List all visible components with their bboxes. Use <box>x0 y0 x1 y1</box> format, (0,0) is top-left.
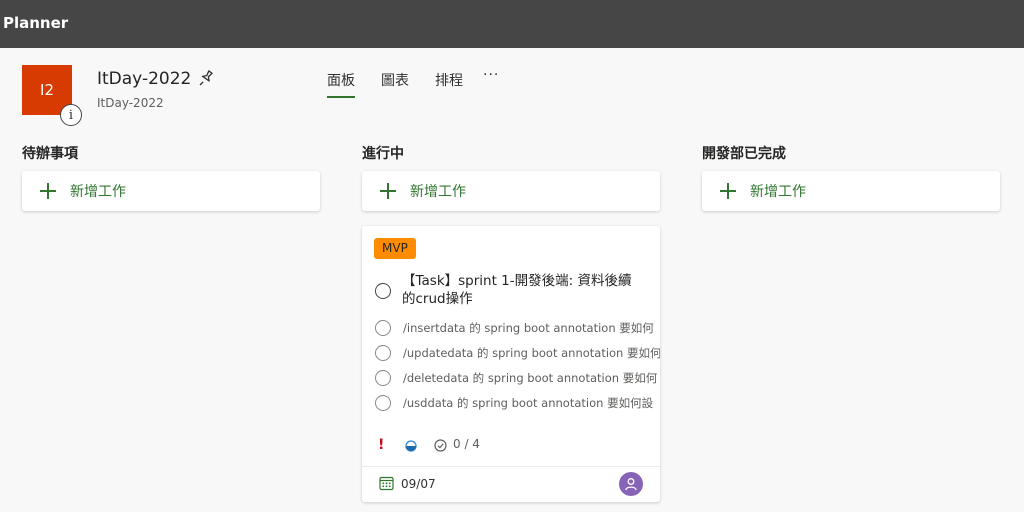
checklist-item-text: /updatedata 的 spring boot annotation 要如何 <box>403 346 660 360</box>
checklist-item-text: /insertdata 的 spring boot annotation 要如何 <box>403 321 654 335</box>
bucket-title-in-progress[interactable]: 進行中 <box>362 143 404 163</box>
tab-active-underline <box>327 96 355 98</box>
person-icon <box>625 478 637 491</box>
add-task-label: 新增工作 <box>70 184 126 200</box>
card-divider <box>362 466 660 467</box>
checklist-item: /deletedata 的 spring boot annotation 要如何 <box>375 369 660 387</box>
checklist-count: 0 / 4 <box>453 437 480 451</box>
checklist-item: /updatedata 的 spring boot annotation 要如何 <box>375 344 660 362</box>
plan-tile-text: I2 <box>40 81 54 99</box>
checklist-icon <box>434 439 447 452</box>
label-badge: MVP <box>374 238 416 259</box>
task-title: 【Task】sprint 1-開發後端: 資料後續的crud操作 <box>402 273 632 307</box>
checklist-item: /usddata 的 spring boot annotation 要如何設 <box>375 394 660 412</box>
top-bar: Planner <box>0 0 1024 48</box>
checklist-item-text: /deletedata 的 spring boot annotation 要如何 <box>403 371 658 385</box>
more-options-icon[interactable]: ··· <box>483 67 499 83</box>
add-task-button-todo[interactable]: 新增工作 <box>22 171 320 211</box>
info-icon[interactable]: i <box>60 104 82 126</box>
due-date: 09/07 <box>401 477 436 491</box>
tab-charts[interactable]: 圖表 <box>381 70 409 90</box>
checklist-item-checkbox[interactable] <box>375 395 391 411</box>
bucket-title-done[interactable]: 開發部已完成 <box>702 143 786 163</box>
calendar-icon <box>379 476 394 491</box>
plus-icon <box>40 183 56 199</box>
plus-icon <box>720 183 736 199</box>
task-card[interactable]: MVP 【Task】sprint 1-開發後端: 資料後續的crud操作 /in… <box>362 226 660 502</box>
plan-group-name: ItDay-2022 <box>97 96 164 110</box>
plus-icon <box>380 183 396 199</box>
bucket-title-todo[interactable]: 待辦事項 <box>22 143 78 163</box>
pin-icon[interactable] <box>198 69 216 87</box>
task-complete-checkbox[interactable] <box>375 283 391 299</box>
add-task-button-done[interactable]: 新增工作 <box>702 171 1000 211</box>
tab-board[interactable]: 面板 <box>327 70 355 90</box>
assignee-avatar[interactable] <box>619 472 643 496</box>
checklist-item: /insertdata 的 spring boot annotation 要如何 <box>375 319 660 337</box>
checklist-item-text: /usddata 的 spring boot annotation 要如何設 <box>403 396 654 410</box>
checklist-item-checkbox[interactable] <box>375 345 391 361</box>
priority-important-icon: ! <box>378 437 385 453</box>
checklist-item-checkbox[interactable] <box>375 370 391 386</box>
plan-name: ItDay-2022 <box>97 69 192 89</box>
tab-schedule[interactable]: 排程 <box>435 70 463 90</box>
progress-in-progress-icon <box>405 440 417 452</box>
app-title[interactable]: Planner <box>3 14 68 32</box>
add-task-label: 新增工作 <box>750 184 806 200</box>
add-task-button-in-progress[interactable]: 新增工作 <box>362 171 660 211</box>
add-task-label: 新增工作 <box>410 184 466 200</box>
checklist-item-checkbox[interactable] <box>375 320 391 336</box>
